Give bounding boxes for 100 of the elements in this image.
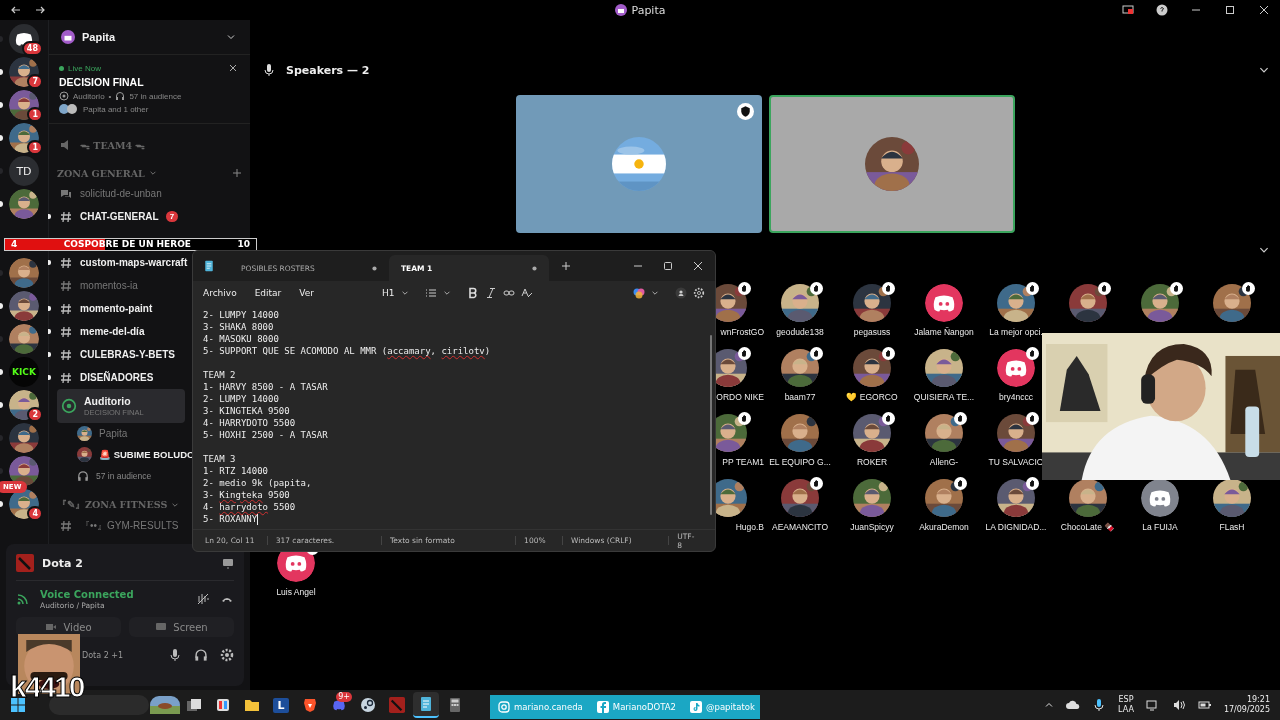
menu-item[interactable]: Archivo <box>203 288 237 299</box>
member-name[interactable]: ROKER <box>856 457 888 467</box>
list-icon[interactable] <box>424 287 437 300</box>
headphones-icon[interactable] <box>194 648 208 662</box>
member-name[interactable]: 💛 EGORCO <box>846 392 898 402</box>
taskbar-app[interactable]: L <box>268 692 294 718</box>
screen-button[interactable]: Screen <box>129 617 234 637</box>
member-name[interactable]: AEAMANCITO <box>771 522 828 532</box>
account-icon[interactable] <box>675 287 687 300</box>
text-channel[interactable]: CULEBRAS-Y-BETS <box>57 343 175 366</box>
stage-title: DECISION FINAL <box>59 76 145 88</box>
live-status: Live Now <box>68 63 101 73</box>
settings-icon[interactable] <box>220 648 234 662</box>
member-name[interactable]: Hugo.B <box>735 522 764 532</box>
microphone-icon[interactable] <box>1092 698 1107 712</box>
server-icon <box>614 4 627 16</box>
member-name[interactable]: PP TEAM1 <box>722 457 764 467</box>
close-icon[interactable] <box>228 63 238 73</box>
member-name[interactable]: baam77 <box>784 392 816 402</box>
member-name[interactable]: wnFrostGO <box>720 327 764 337</box>
language-indicator[interactable]: ESP LAA <box>1118 695 1134 715</box>
chevron-down-icon[interactable] <box>651 289 659 298</box>
text-channel[interactable]: meme-del-día <box>57 320 145 343</box>
cloud-icon[interactable] <box>1066 698 1081 712</box>
maximize-icon[interactable] <box>663 261 673 271</box>
volume-icon[interactable] <box>1171 698 1186 712</box>
member-name[interactable]: ORDO NIKE <box>716 392 764 402</box>
member-name[interactable]: Luis Angel <box>276 587 316 597</box>
member-name[interactable]: AllenG- <box>929 457 959 467</box>
network-icon[interactable] <box>1145 698 1160 712</box>
video-button[interactable]: Video <box>16 617 121 637</box>
member-name[interactable]: La FUIJA <box>1142 522 1178 532</box>
close-icon[interactable] <box>693 261 703 271</box>
text-channel[interactable]: momentos-ia <box>57 274 138 297</box>
text-channel[interactable]: solicitud-de-unban <box>57 182 162 205</box>
microphone-icon <box>262 63 276 77</box>
text-channel[interactable]: 『••』GYM-RESULTS <box>57 514 179 537</box>
text-channel[interactable]: custom-maps-warcraft <box>57 251 188 274</box>
speaker-tile[interactable] <box>515 95 762 233</box>
add-tab-icon[interactable] <box>561 261 571 271</box>
separator: • <box>108 91 112 101</box>
clock[interactable]: 19:21 17/09/2025 <box>1223 695 1270 715</box>
copilot-icon[interactable] <box>633 287 645 300</box>
menu-item[interactable]: Ver <box>299 288 314 299</box>
screen-share-icon[interactable] <box>222 557 234 569</box>
back-arrow-icon[interactable] <box>10 4 22 16</box>
member-name[interactable]: FLasH <box>1219 522 1245 532</box>
bold-icon[interactable] <box>466 287 479 300</box>
microphone-icon[interactable] <box>168 648 182 662</box>
participants-text: Papita and 1 other <box>83 104 149 114</box>
server-icon[interactable]: KICK <box>9 357 39 387</box>
battery-icon[interactable] <box>1197 698 1212 712</box>
notification-badge: 1 <box>27 107 43 122</box>
forward-arrow-icon[interactable] <box>34 4 46 16</box>
scrollbar[interactable] <box>710 335 712 516</box>
notification-badge: 48 <box>21 41 43 56</box>
taskbar-app[interactable] <box>413 692 439 718</box>
menu-item[interactable]: Editar <box>254 288 282 299</box>
speaker-tile[interactable] <box>768 95 1015 233</box>
close-icon[interactable] <box>1258 4 1270 16</box>
member-name[interactable]: La mejor opci. <box>989 327 1043 337</box>
italic-icon[interactable] <box>484 287 497 300</box>
window-title: Papita <box>631 3 666 17</box>
member-name[interactable]: ChocoLate 🍫 <box>1060 522 1116 532</box>
text-channel[interactable]: DISEÑADORES <box>57 366 154 389</box>
settings-icon[interactable] <box>693 287 705 300</box>
dota-icon <box>16 554 34 572</box>
heading-dropdown[interactable]: H1 <box>382 288 395 299</box>
screen-icon[interactable] <box>1122 4 1134 16</box>
help-icon[interactable] <box>1156 4 1168 16</box>
search-field[interactable] <box>49 695 149 715</box>
live-dot <box>59 65 64 71</box>
headphones-icon <box>115 91 126 101</box>
member-name[interactable]: AkuraDemon <box>919 522 969 532</box>
add-icon[interactable] <box>232 168 242 178</box>
member-name[interactable]: geodude138 <box>776 327 824 337</box>
member-name[interactable]: JuanSpicyy <box>850 522 894 532</box>
hash-icon <box>59 209 73 224</box>
member-name[interactable]: QUISIERA TE... <box>913 392 975 402</box>
stage-icon <box>61 398 77 414</box>
clear-format-icon[interactable] <box>520 287 533 300</box>
text-channel[interactable]: momento-paint <box>57 297 153 320</box>
member-name[interactable]: LA DIGNIDAD... <box>985 522 1047 532</box>
member-name[interactable]: bry4nccc <box>999 392 1033 402</box>
chevron-up-icon[interactable] <box>1044 700 1055 710</box>
member-name[interactable]: Jalame Ñangon <box>914 327 974 337</box>
text-channel[interactable]: CHAT-GENERAL 7 <box>57 205 179 228</box>
server-name[interactable]: Papita <box>82 31 115 43</box>
notification-badge: 1 <box>27 140 43 155</box>
server-icon[interactable]: TD <box>9 156 39 186</box>
member-name[interactable]: pegasuss <box>853 327 891 337</box>
maximize-icon[interactable] <box>1224 4 1236 16</box>
discord-home-icon[interactable] <box>9 24 39 54</box>
member-name[interactable]: EL EQUIPO G... <box>769 457 831 467</box>
chevron-down-icon[interactable] <box>400 289 409 298</box>
hash-icon <box>59 301 73 316</box>
chevron-down-icon[interactable] <box>442 289 451 298</box>
noise-suppression-icon[interactable] <box>196 592 210 606</box>
taskbar-app[interactable]: 9+ <box>326 692 352 718</box>
stage-member[interactable]: Papita <box>57 423 128 444</box>
